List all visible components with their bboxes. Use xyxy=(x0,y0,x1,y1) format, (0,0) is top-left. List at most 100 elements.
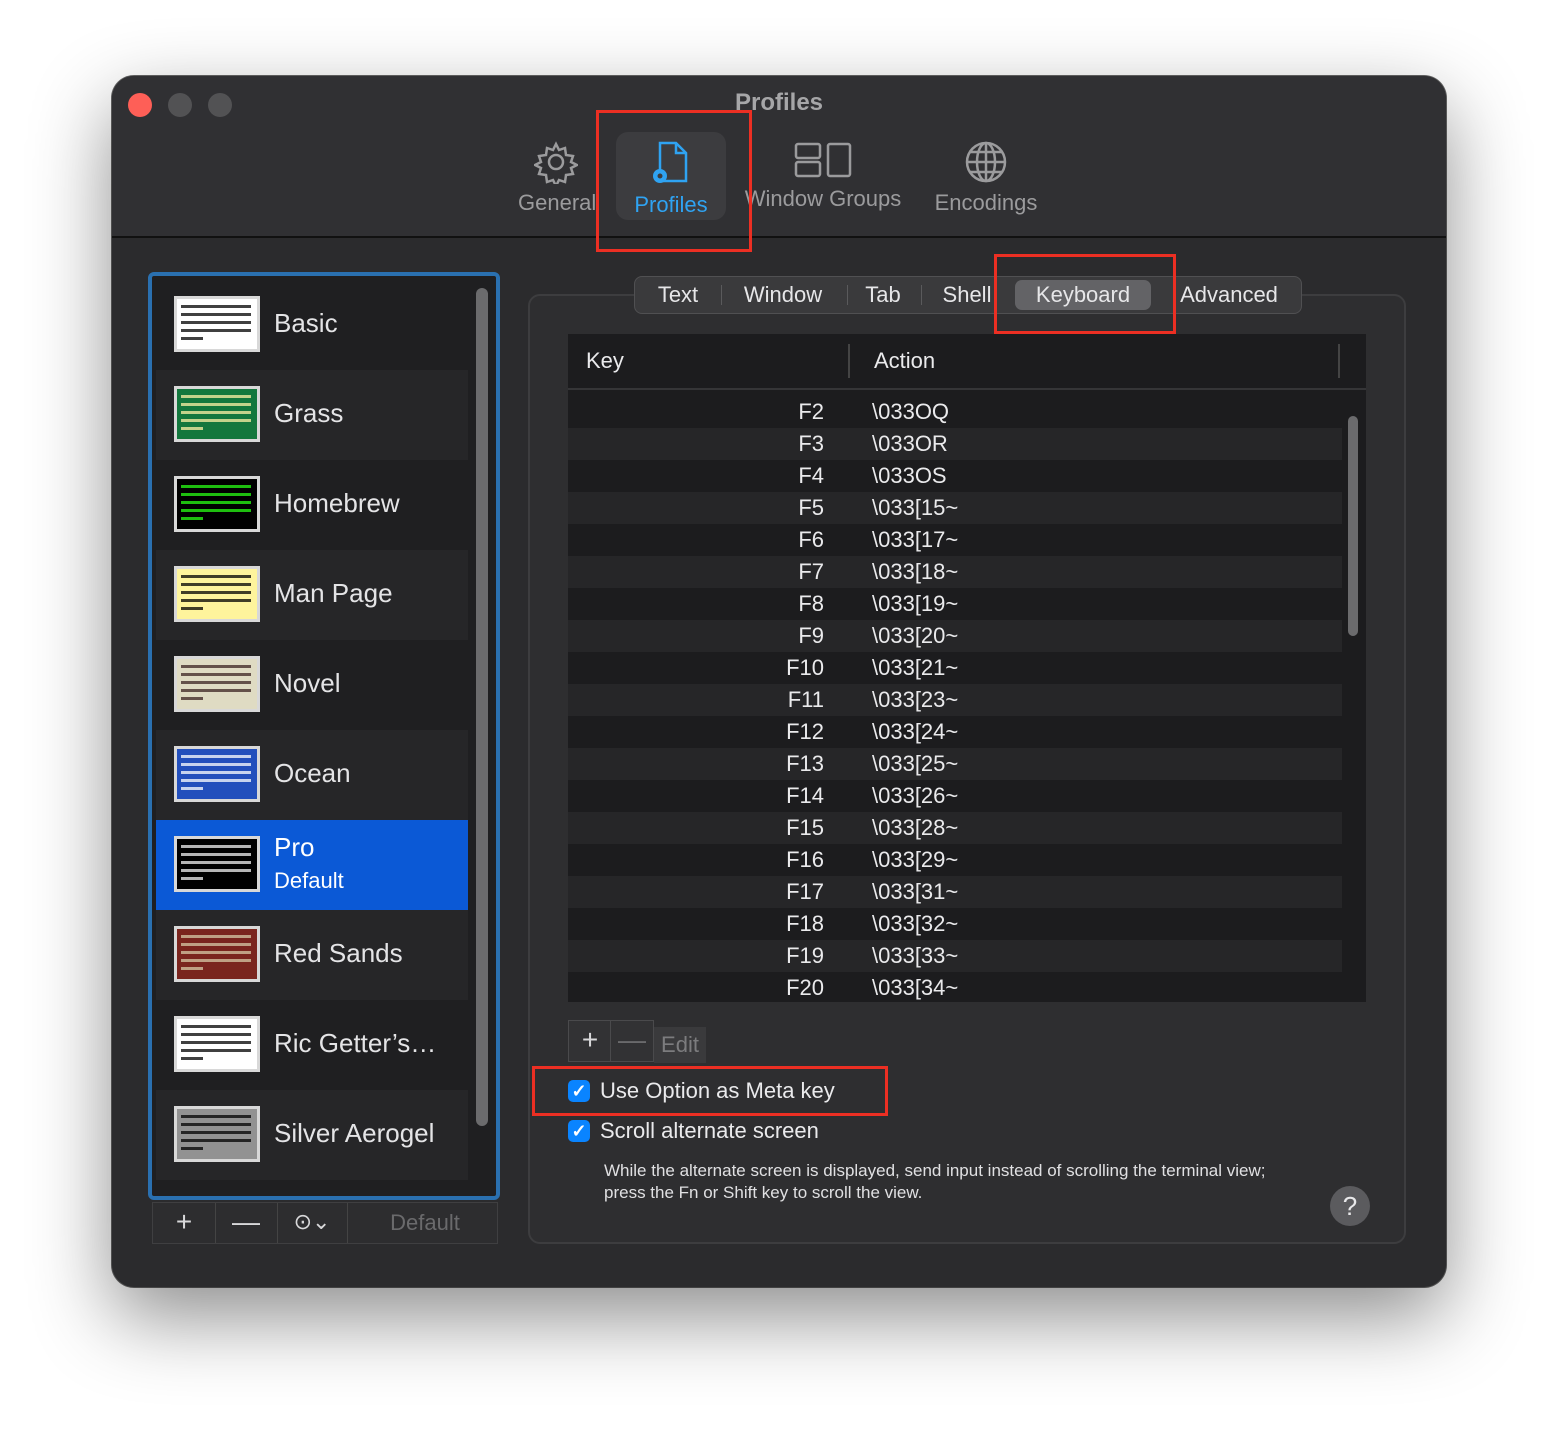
table-row[interactable]: F4 \033OS xyxy=(568,460,1342,492)
profile-name: Novel xyxy=(274,668,341,698)
thumbnail-text-line xyxy=(181,485,251,488)
profile-item-silver-aerogel[interactable]: Silver Aerogel xyxy=(156,1090,468,1180)
thumbnail-text-line xyxy=(181,673,251,676)
remove-key-mapping-button[interactable]: — xyxy=(610,1020,654,1062)
table-row[interactable]: F12 \033[24~ xyxy=(568,716,1342,748)
more-actions-button[interactable]: ⊙⌄ xyxy=(277,1203,348,1243)
table-row[interactable]: F19 \033[33~ xyxy=(568,940,1342,972)
action-cell: \033[21~ xyxy=(872,655,959,680)
tab-text[interactable]: Text xyxy=(641,277,715,313)
action-column-header[interactable]: Action xyxy=(874,348,935,374)
action-cell: \033[26~ xyxy=(872,783,959,808)
profile-thumbnail xyxy=(174,476,260,532)
thumbnail-text-line xyxy=(181,967,203,970)
table-row[interactable]: F9 \033[20~ xyxy=(568,620,1342,652)
tab-window[interactable]: Window xyxy=(727,277,839,313)
key-mapping-table[interactable]: Key Action F2 \033OQ F3 \033OR F4 \033OS F5… xyxy=(568,334,1366,1002)
profile-list[interactable]: Basic Grass Homebrew Man Page Novel Ocea… xyxy=(148,272,500,1200)
table-row[interactable]: F16 \033[29~ xyxy=(568,844,1342,876)
action-cell: \033OQ xyxy=(872,399,950,424)
profile-thumbnail xyxy=(174,1106,260,1162)
profile-item-red-sands[interactable]: Red Sands xyxy=(156,910,468,1000)
profile-thumbnail xyxy=(174,1196,260,1200)
profile-item-homebrew[interactable]: Homebrew xyxy=(156,460,468,550)
table-row[interactable]: F8 \033[19~ xyxy=(568,588,1342,620)
thumbnail-text-line xyxy=(181,607,203,610)
table-row[interactable]: F20 \033[34~ xyxy=(568,972,1342,1002)
add-key-mapping-button[interactable]: + xyxy=(568,1020,612,1062)
toolbar-general[interactable]: General xyxy=(512,132,600,220)
key-cell: F12 xyxy=(786,719,824,744)
thumbnail-text-line xyxy=(181,697,203,700)
table-row[interactable]: F13 \033[25~ xyxy=(568,748,1342,780)
set-default-button[interactable]: Default xyxy=(353,1203,497,1243)
tab-shell[interactable]: Shell xyxy=(929,277,1005,313)
thumbnail-text-line xyxy=(181,1025,251,1028)
key-cell: F11 xyxy=(787,687,824,712)
action-cell: \033[29~ xyxy=(872,847,959,872)
toolbar-profiles[interactable]: Profiles xyxy=(616,132,726,220)
table-row[interactable]: F11 \033[23~ xyxy=(568,684,1342,716)
tab-divider xyxy=(721,285,722,305)
table-row[interactable]: F17 \033[31~ xyxy=(568,876,1342,908)
action-cell: \033OS xyxy=(872,463,947,488)
profile-item-ocean[interactable]: Ocean xyxy=(156,730,468,820)
profile-thumbnail xyxy=(174,926,260,982)
table-row[interactable]: F15 \033[28~ xyxy=(568,812,1342,844)
table-row[interactable]: F7 \033[18~ xyxy=(568,556,1342,588)
tab-advanced[interactable]: Advanced xyxy=(1167,277,1291,313)
add-profile-button[interactable]: + xyxy=(153,1203,216,1243)
table-scrollbar[interactable] xyxy=(1348,416,1358,636)
action-cell: \033[32~ xyxy=(872,911,959,936)
profile-item-novel[interactable]: Novel xyxy=(156,640,468,730)
edit-key-mapping-button[interactable]: Edit xyxy=(654,1027,706,1063)
profile-item-ric-getter[interactable]: Ric Getter’s… xyxy=(156,1000,468,1090)
meta-key-checkbox[interactable]: ✓ xyxy=(568,1080,590,1102)
key-column-header[interactable]: Key xyxy=(586,348,624,374)
key-cell: F5 xyxy=(798,495,824,520)
thumbnail-text-line xyxy=(181,689,251,692)
thumbnail-text-line xyxy=(181,755,251,758)
table-row[interactable]: F2 \033OQ xyxy=(568,396,1342,428)
table-row[interactable]: F14 \033[26~ xyxy=(568,780,1342,812)
thumbnail-text-line xyxy=(181,1049,251,1052)
profile-item-pro[interactable]: Pro Default xyxy=(156,820,468,910)
toolbar-profiles-label: Profiles xyxy=(634,192,708,217)
key-cell: F19 xyxy=(786,943,824,968)
key-cell: F20 xyxy=(786,975,824,1000)
key-cell: F18 xyxy=(786,911,824,936)
scroll-alternate-label: Scroll alternate screen xyxy=(600,1118,819,1143)
thumbnail-text-line xyxy=(181,1115,251,1118)
action-cell: \033[25~ xyxy=(872,751,959,776)
profile-item-man-page[interactable]: Man Page xyxy=(156,550,468,640)
profile-item-basic[interactable]: Basic xyxy=(156,280,468,370)
remove-profile-button[interactable]: — xyxy=(215,1203,278,1243)
thumbnail-text-line xyxy=(181,1131,251,1134)
table-row[interactable]: F6 \033[17~ xyxy=(568,524,1342,556)
tab-tab[interactable]: Tab xyxy=(851,277,915,313)
tab-keyboard[interactable]: Keyboard xyxy=(1015,280,1151,310)
table-row[interactable]: F3 \033OR xyxy=(568,428,1342,460)
toolbar-encodings[interactable]: Encodings xyxy=(926,132,1046,220)
table-row[interactable]: F5 \033[15~ xyxy=(568,492,1342,524)
toolbar-window-groups[interactable]: Window Groups xyxy=(738,132,908,220)
profile-list-buttons: + — ⊙⌄ Default xyxy=(152,1202,498,1244)
thumbnail-text-line xyxy=(181,943,251,946)
profile-thumbnail xyxy=(174,566,260,622)
action-cell: \033[28~ xyxy=(872,815,959,840)
key-cell: F10 xyxy=(786,655,824,680)
thumbnail-text-line xyxy=(181,1123,251,1126)
thumbnail-text-line xyxy=(181,501,251,504)
profile-name: Red Sands xyxy=(274,938,403,968)
help-button[interactable]: ? xyxy=(1330,1186,1370,1226)
scroll-alternate-checkbox[interactable]: ✓ xyxy=(568,1120,590,1142)
action-cell: \033OR xyxy=(872,431,948,456)
settings-tabs: Text Window Tab Shell Keyboard Advanced xyxy=(634,276,1302,314)
key-cell: F3 xyxy=(798,431,824,456)
table-row[interactable]: F18 \033[32~ xyxy=(568,908,1342,940)
column-divider xyxy=(1338,344,1340,378)
profile-name: Homebrew xyxy=(274,488,400,518)
profile-item-grass[interactable]: Grass xyxy=(156,370,468,460)
table-row[interactable]: F10 \033[21~ xyxy=(568,652,1342,684)
profile-list-scrollbar[interactable] xyxy=(476,288,488,1126)
